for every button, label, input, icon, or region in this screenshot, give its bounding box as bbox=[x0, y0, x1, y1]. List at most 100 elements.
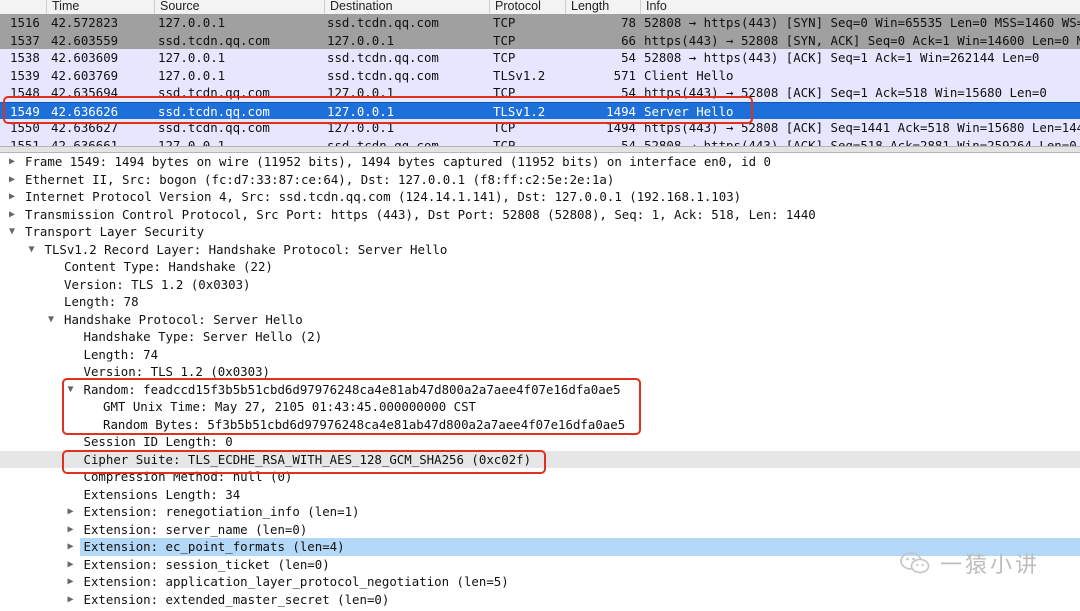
packet-cell-info: https(443) → 52808 [ACK] Seq=1 Ack=518 W… bbox=[644, 85, 1047, 100]
detail-row[interactable]: Length: 78 bbox=[0, 293, 1080, 311]
detail-row[interactable]: ▼ TLSv1.2 Record Layer: Handshake Protoco… bbox=[0, 241, 1080, 259]
packet-cell-dst: 127.0.0.1 bbox=[327, 85, 395, 100]
packet-cell-src: ssd.tcdn.qq.com bbox=[158, 103, 270, 119]
collapsed-arrow-icon[interactable]: ▶ bbox=[6, 206, 18, 224]
collapsed-arrow-icon[interactable]: ▶ bbox=[6, 153, 18, 171]
packet-cell-time: 42.635694 bbox=[51, 85, 119, 100]
packet-row[interactable]: 1516 42.572823 127.0.0.1 ssd.tcdn.qq.com TCP… bbox=[0, 14, 1080, 32]
column-protocol[interactable]: Protocol bbox=[489, 0, 565, 14]
packet-details-tree[interactable]: ▶ Frame 1549: 1494 bytes on wire (11952 b… bbox=[0, 153, 1080, 611]
packet-cell-no: 1549 bbox=[10, 103, 40, 119]
packet-list[interactable]: 1516 42.572823 127.0.0.1 ssd.tcdn.qq.com TCP… bbox=[0, 14, 1080, 146]
detail-text: Length: 74 bbox=[83, 346, 159, 362]
column-time[interactable]: Time bbox=[46, 0, 154, 14]
column-info[interactable]: Info bbox=[640, 0, 1080, 14]
column-destination[interactable]: Destination bbox=[324, 0, 489, 14]
packet-row[interactable]: 1538 42.603609 127.0.0.1 ssd.tcdn.qq.com TCP… bbox=[0, 49, 1080, 67]
detail-row[interactable]: Random Bytes: 5f3b5b51cbd6d97976248ca4e8… bbox=[0, 416, 1080, 434]
packet-cell-src: ssd.tcdn.qq.com bbox=[158, 32, 270, 48]
packet-cell-info: 52808 → https(443) [ACK] Seq=518 Ack=288… bbox=[644, 137, 1077, 147]
packet-cell-len: 571 bbox=[613, 67, 636, 83]
pane-splitter[interactable] bbox=[0, 146, 1080, 153]
detail-row[interactable]: ▶ Internet Protocol Version 4, Src: ssd.t… bbox=[0, 188, 1080, 206]
packet-cell-time: 42.603609 bbox=[51, 50, 119, 65]
packet-cell-proto: TCP bbox=[493, 50, 516, 65]
collapsed-arrow-icon[interactable]: ▶ bbox=[6, 171, 18, 189]
packet-cell-info: Client Hello bbox=[644, 67, 734, 83]
detail-text: Version: TLS 1.2 (0x0303) bbox=[83, 364, 271, 379]
detail-row[interactable]: Version: TLS 1.2 (0x0303) bbox=[0, 276, 1080, 294]
detail-text: Session ID Length: 0 bbox=[83, 434, 233, 449]
detail-row[interactable]: Content Type: Handshake (22) bbox=[0, 258, 1080, 276]
expanded-arrow-icon[interactable]: ▼ bbox=[65, 381, 77, 399]
detail-row[interactable]: ▶ Frame 1549: 1494 bytes on wire (11952 b… bbox=[0, 153, 1080, 171]
packet-row[interactable]: 1551 42.636661 127.0.0.1 ssd.tcdn.qq.com TCP… bbox=[0, 136, 1080, 147]
detail-row[interactable]: Extensions Length: 34 bbox=[0, 486, 1080, 504]
column-source[interactable]: Source bbox=[154, 0, 324, 14]
detail-row-cipher-suite[interactable]: Cipher Suite: TLS_ECDHE_RSA_WITH_AES_128… bbox=[0, 450, 1080, 468]
packet-cell-len: 66 bbox=[621, 32, 636, 48]
packet-cell-proto: TLSv1.2 bbox=[493, 67, 546, 83]
packet-cell-src: 127.0.0.1 bbox=[158, 50, 226, 65]
detail-row[interactable]: ▼ Random: feadccd15f3b5b51cbd6d97976248ca… bbox=[0, 381, 1080, 399]
packet-cell-len: 54 bbox=[621, 50, 636, 65]
detail-row[interactable]: ▶ Extension: server_name (len=0) bbox=[0, 521, 1080, 539]
detail-row[interactable]: ▼ Transport Layer Security bbox=[0, 223, 1080, 241]
detail-text: Cipher Suite: TLS_ECDHE_RSA_WITH_AES_128… bbox=[83, 451, 532, 467]
packet-cell-len: 78 bbox=[621, 15, 636, 30]
collapsed-arrow-icon[interactable]: ▶ bbox=[65, 573, 77, 591]
packet-row[interactable]: 1537 42.603559 ssd.tcdn.qq.com 127.0.0.1 TCP… bbox=[0, 31, 1080, 49]
detail-row[interactable]: Session ID Length: 0 bbox=[0, 433, 1080, 451]
detail-row[interactable]: Version: TLS 1.2 (0x0303) bbox=[0, 363, 1080, 381]
detail-text: Ethernet II, Src: bogon (fc:d7:33:87:ce:… bbox=[25, 171, 615, 187]
detail-row[interactable]: GMT Unix Time: May 27, 2105 01:43:45.000… bbox=[0, 398, 1080, 416]
packet-cell-src: 127.0.0.1 bbox=[158, 67, 226, 83]
detail-row[interactable]: ▶ Transmission Control Protocol, Src Port… bbox=[0, 206, 1080, 224]
collapsed-arrow-icon[interactable]: ▶ bbox=[65, 538, 77, 556]
detail-text: Extension: renegotiation_info (len=1) bbox=[83, 504, 360, 519]
packet-cell-len: 1494 bbox=[606, 103, 636, 119]
detail-text: Version: TLS 1.2 (0x0303) bbox=[64, 276, 251, 292]
packet-cell-src: ssd.tcdn.qq.com bbox=[158, 85, 270, 100]
detail-row[interactable]: Handshake Type: Server Hello (2) bbox=[0, 328, 1080, 346]
detail-row[interactable]: ▼ Handshake Protocol: Server Hello bbox=[0, 311, 1080, 329]
detail-row[interactable]: Compression Method: null (0) bbox=[0, 468, 1080, 486]
packet-cell-time: 42.636627 bbox=[51, 120, 119, 135]
detail-text: GMT Unix Time: May 27, 2105 01:43:45.000… bbox=[103, 399, 476, 414]
detail-text: Random: feadccd15f3b5b51cbd6d97976248ca4… bbox=[83, 381, 621, 397]
detail-row[interactable]: ▶ Extension: application_layer_protocol_n… bbox=[0, 573, 1080, 591]
packet-cell-proto: TCP bbox=[493, 85, 516, 100]
collapsed-arrow-icon[interactable]: ▶ bbox=[65, 556, 77, 574]
detail-text: Extensions Length: 34 bbox=[83, 486, 241, 502]
expanded-arrow-icon[interactable]: ▼ bbox=[45, 311, 57, 329]
detail-text: Transmission Control Protocol, Src Port:… bbox=[25, 206, 816, 222]
detail-row[interactable]: ▶ Extension: extended_master_secret (len=… bbox=[0, 591, 1080, 609]
column-length[interactable]: Length bbox=[565, 0, 640, 14]
expanded-arrow-icon[interactable]: ▼ bbox=[6, 223, 18, 241]
detail-text: Extension: session_ticket (len=0) bbox=[83, 556, 330, 572]
packet-cell-dst: 127.0.0.1 bbox=[327, 32, 395, 48]
expanded-arrow-icon[interactable]: ▼ bbox=[26, 241, 38, 259]
collapsed-arrow-icon[interactable]: ▶ bbox=[65, 503, 77, 521]
packet-row[interactable]: 1550 42.636627 ssd.tcdn.qq.com 127.0.0.1 TCP… bbox=[0, 119, 1080, 137]
packet-row[interactable]: 1539 42.603769 127.0.0.1 ssd.tcdn.qq.com TLS… bbox=[0, 66, 1080, 84]
detail-row[interactable]: Length: 74 bbox=[0, 346, 1080, 364]
detail-text: Internet Protocol Version 4, Src: ssd.tc… bbox=[25, 189, 742, 204]
collapsed-arrow-icon[interactable]: ▶ bbox=[65, 591, 77, 609]
detail-text: Extension: application_layer_protocol_ne… bbox=[83, 574, 509, 589]
detail-row[interactable]: ▶ Extension: renegotiation_info (len=1) bbox=[0, 503, 1080, 521]
packet-cell-time: 42.636661 bbox=[51, 137, 119, 147]
packet-cell-no: 1550 bbox=[10, 120, 40, 135]
collapsed-arrow-icon[interactable]: ▶ bbox=[6, 188, 18, 206]
packet-cell-src: 127.0.0.1 bbox=[158, 137, 226, 147]
packet-cell-no: 1516 bbox=[10, 15, 40, 30]
packet-cell-dst: 127.0.0.1 bbox=[327, 103, 395, 119]
packet-cell-time: 42.636626 bbox=[51, 103, 119, 119]
packet-row[interactable]: 1548 42.635694 ssd.tcdn.qq.com 127.0.0.1 TCP… bbox=[0, 84, 1080, 102]
packet-cell-dst: ssd.tcdn.qq.com bbox=[327, 137, 439, 147]
detail-row[interactable]: ▶ Ethernet II, Src: bogon (fc:d7:33:87:ce… bbox=[0, 171, 1080, 189]
detail-text: Handshake Protocol: Server Hello bbox=[64, 311, 303, 327]
detail-text: Compression Method: null (0) bbox=[83, 469, 293, 484]
packet-cell-proto: TCP bbox=[493, 15, 516, 30]
collapsed-arrow-icon[interactable]: ▶ bbox=[65, 521, 77, 539]
